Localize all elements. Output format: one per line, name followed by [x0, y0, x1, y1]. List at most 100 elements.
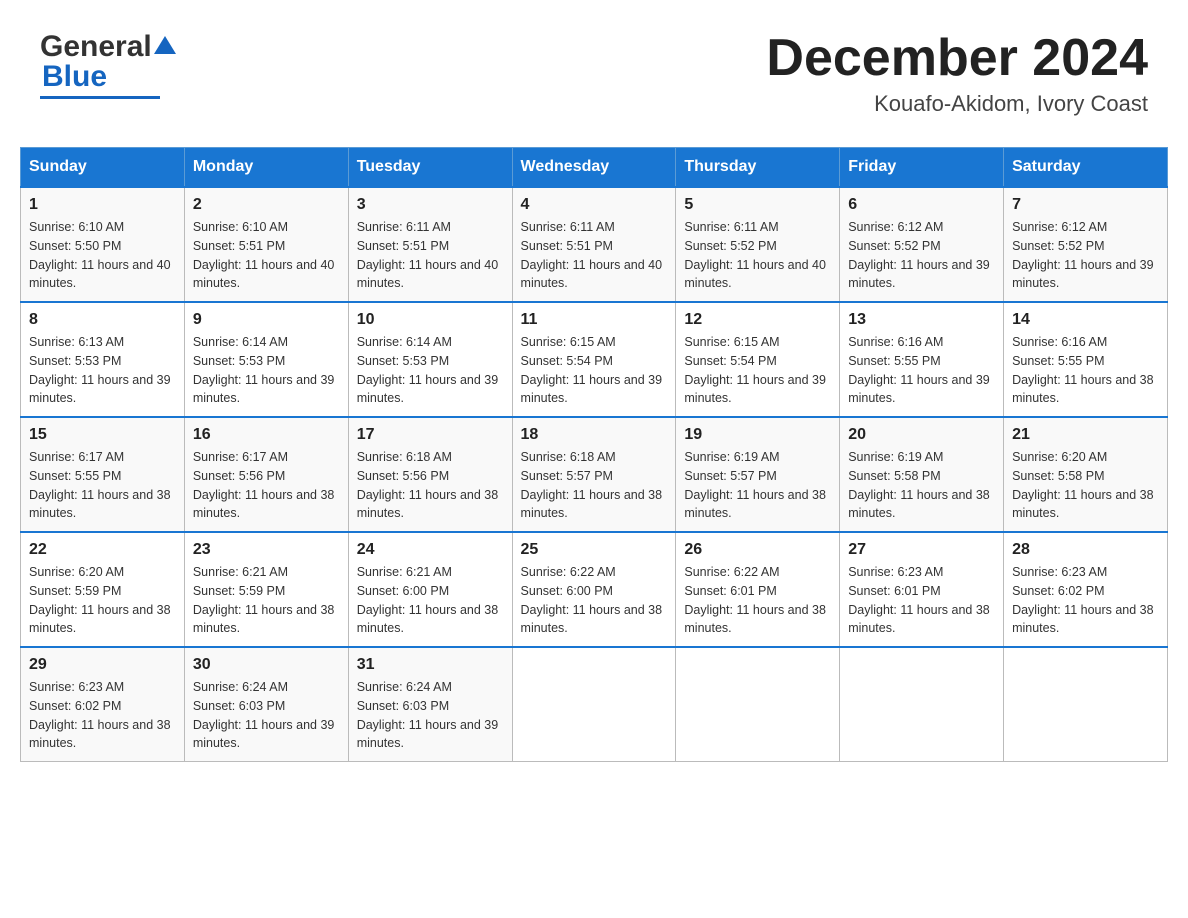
day-number: 4: [521, 196, 668, 214]
day-number: 3: [357, 196, 504, 214]
day-info: Sunrise: 6:14 AM Sunset: 5:53 PM Dayligh…: [357, 333, 504, 408]
day-cell-21: 21 Sunrise: 6:20 AM Sunset: 5:58 PM Dayl…: [1004, 417, 1168, 532]
day-number: 24: [357, 541, 504, 559]
day-cell-11: 11 Sunrise: 6:15 AM Sunset: 5:54 PM Dayl…: [512, 302, 676, 417]
day-cell-1: 1 Sunrise: 6:10 AM Sunset: 5:50 PM Dayli…: [21, 187, 185, 302]
day-number: 25: [521, 541, 668, 559]
day-info: Sunrise: 6:19 AM Sunset: 5:58 PM Dayligh…: [848, 448, 995, 523]
day-number: 2: [193, 196, 340, 214]
day-cell-19: 19 Sunrise: 6:19 AM Sunset: 5:57 PM Dayl…: [676, 417, 840, 532]
day-cell-14: 14 Sunrise: 6:16 AM Sunset: 5:55 PM Dayl…: [1004, 302, 1168, 417]
day-info: Sunrise: 6:20 AM Sunset: 5:58 PM Dayligh…: [1012, 448, 1159, 523]
day-number: 22: [29, 541, 176, 559]
day-cell-24: 24 Sunrise: 6:21 AM Sunset: 6:00 PM Dayl…: [348, 532, 512, 647]
day-cell-8: 8 Sunrise: 6:13 AM Sunset: 5:53 PM Dayli…: [21, 302, 185, 417]
day-cell-6: 6 Sunrise: 6:12 AM Sunset: 5:52 PM Dayli…: [840, 187, 1004, 302]
day-number: 9: [193, 311, 340, 329]
col-saturday: Saturday: [1004, 148, 1168, 188]
day-info: Sunrise: 6:19 AM Sunset: 5:57 PM Dayligh…: [684, 448, 831, 523]
logo-text-black: General: [40, 30, 152, 64]
week-row-1: 1 Sunrise: 6:10 AM Sunset: 5:50 PM Dayli…: [21, 187, 1168, 302]
col-sunday: Sunday: [21, 148, 185, 188]
day-info: Sunrise: 6:16 AM Sunset: 5:55 PM Dayligh…: [1012, 333, 1159, 408]
day-number: 15: [29, 426, 176, 444]
day-info: Sunrise: 6:11 AM Sunset: 5:52 PM Dayligh…: [684, 218, 831, 293]
logo: General Blue: [40, 30, 178, 99]
day-info: Sunrise: 6:12 AM Sunset: 5:52 PM Dayligh…: [1012, 218, 1159, 293]
day-number: 1: [29, 196, 176, 214]
day-number: 20: [848, 426, 995, 444]
day-info: Sunrise: 6:22 AM Sunset: 6:00 PM Dayligh…: [521, 563, 668, 638]
day-cell-23: 23 Sunrise: 6:21 AM Sunset: 5:59 PM Dayl…: [184, 532, 348, 647]
day-info: Sunrise: 6:10 AM Sunset: 5:50 PM Dayligh…: [29, 218, 176, 293]
day-cell-16: 16 Sunrise: 6:17 AM Sunset: 5:56 PM Dayl…: [184, 417, 348, 532]
day-info: Sunrise: 6:17 AM Sunset: 5:56 PM Dayligh…: [193, 448, 340, 523]
empty-cell-4-4: [676, 647, 840, 762]
day-number: 29: [29, 656, 176, 674]
day-number: 13: [848, 311, 995, 329]
day-cell-12: 12 Sunrise: 6:15 AM Sunset: 5:54 PM Dayl…: [676, 302, 840, 417]
day-cell-18: 18 Sunrise: 6:18 AM Sunset: 5:57 PM Dayl…: [512, 417, 676, 532]
day-info: Sunrise: 6:23 AM Sunset: 6:02 PM Dayligh…: [29, 678, 176, 753]
title-block: December 2024 Kouafo-Akidom, Ivory Coast: [766, 30, 1148, 117]
day-cell-4: 4 Sunrise: 6:11 AM Sunset: 5:51 PM Dayli…: [512, 187, 676, 302]
day-number: 18: [521, 426, 668, 444]
col-tuesday: Tuesday: [348, 148, 512, 188]
day-cell-31: 31 Sunrise: 6:24 AM Sunset: 6:03 PM Dayl…: [348, 647, 512, 762]
day-cell-28: 28 Sunrise: 6:23 AM Sunset: 6:02 PM Dayl…: [1004, 532, 1168, 647]
day-cell-30: 30 Sunrise: 6:24 AM Sunset: 6:03 PM Dayl…: [184, 647, 348, 762]
logo-text-blue: Blue: [42, 60, 107, 94]
day-info: Sunrise: 6:15 AM Sunset: 5:54 PM Dayligh…: [684, 333, 831, 408]
day-info: Sunrise: 6:23 AM Sunset: 6:02 PM Dayligh…: [1012, 563, 1159, 638]
day-info: Sunrise: 6:22 AM Sunset: 6:01 PM Dayligh…: [684, 563, 831, 638]
day-cell-22: 22 Sunrise: 6:20 AM Sunset: 5:59 PM Dayl…: [21, 532, 185, 647]
day-info: Sunrise: 6:12 AM Sunset: 5:52 PM Dayligh…: [848, 218, 995, 293]
day-cell-10: 10 Sunrise: 6:14 AM Sunset: 5:53 PM Dayl…: [348, 302, 512, 417]
empty-cell-4-6: [1004, 647, 1168, 762]
day-number: 11: [521, 311, 668, 329]
day-info: Sunrise: 6:17 AM Sunset: 5:55 PM Dayligh…: [29, 448, 176, 523]
day-number: 14: [1012, 311, 1159, 329]
day-info: Sunrise: 6:11 AM Sunset: 5:51 PM Dayligh…: [521, 218, 668, 293]
day-cell-17: 17 Sunrise: 6:18 AM Sunset: 5:56 PM Dayl…: [348, 417, 512, 532]
location: Kouafo-Akidom, Ivory Coast: [766, 91, 1148, 117]
day-number: 5: [684, 196, 831, 214]
day-info: Sunrise: 6:11 AM Sunset: 5:51 PM Dayligh…: [357, 218, 504, 293]
day-info: Sunrise: 6:14 AM Sunset: 5:53 PM Dayligh…: [193, 333, 340, 408]
month-title: December 2024: [766, 30, 1148, 87]
day-info: Sunrise: 6:16 AM Sunset: 5:55 PM Dayligh…: [848, 333, 995, 408]
day-number: 19: [684, 426, 831, 444]
col-friday: Friday: [840, 148, 1004, 188]
day-number: 8: [29, 311, 176, 329]
day-number: 17: [357, 426, 504, 444]
day-number: 10: [357, 311, 504, 329]
day-info: Sunrise: 6:24 AM Sunset: 6:03 PM Dayligh…: [357, 678, 504, 753]
day-number: 21: [1012, 426, 1159, 444]
week-row-4: 22 Sunrise: 6:20 AM Sunset: 5:59 PM Dayl…: [21, 532, 1168, 647]
calendar-table: Sunday Monday Tuesday Wednesday Thursday…: [20, 147, 1168, 762]
day-number: 23: [193, 541, 340, 559]
week-row-2: 8 Sunrise: 6:13 AM Sunset: 5:53 PM Dayli…: [21, 302, 1168, 417]
day-number: 12: [684, 311, 831, 329]
day-info: Sunrise: 6:20 AM Sunset: 5:59 PM Dayligh…: [29, 563, 176, 638]
day-cell-5: 5 Sunrise: 6:11 AM Sunset: 5:52 PM Dayli…: [676, 187, 840, 302]
day-number: 26: [684, 541, 831, 559]
empty-cell-4-3: [512, 647, 676, 762]
day-cell-9: 9 Sunrise: 6:14 AM Sunset: 5:53 PM Dayli…: [184, 302, 348, 417]
day-cell-29: 29 Sunrise: 6:23 AM Sunset: 6:02 PM Dayl…: [21, 647, 185, 762]
calendar-header-row: Sunday Monday Tuesday Wednesday Thursday…: [21, 148, 1168, 188]
day-cell-26: 26 Sunrise: 6:22 AM Sunset: 6:01 PM Dayl…: [676, 532, 840, 647]
day-number: 7: [1012, 196, 1159, 214]
day-cell-27: 27 Sunrise: 6:23 AM Sunset: 6:01 PM Dayl…: [840, 532, 1004, 647]
day-cell-13: 13 Sunrise: 6:16 AM Sunset: 5:55 PM Dayl…: [840, 302, 1004, 417]
page-header: General Blue December 2024 Kouafo-Akidom…: [20, 20, 1168, 127]
day-info: Sunrise: 6:10 AM Sunset: 5:51 PM Dayligh…: [193, 218, 340, 293]
day-cell-2: 2 Sunrise: 6:10 AM Sunset: 5:51 PM Dayli…: [184, 187, 348, 302]
empty-cell-4-5: [840, 647, 1004, 762]
day-number: 16: [193, 426, 340, 444]
logo-triangle-icon: [154, 34, 176, 56]
day-info: Sunrise: 6:24 AM Sunset: 6:03 PM Dayligh…: [193, 678, 340, 753]
day-info: Sunrise: 6:15 AM Sunset: 5:54 PM Dayligh…: [521, 333, 668, 408]
day-info: Sunrise: 6:21 AM Sunset: 6:00 PM Dayligh…: [357, 563, 504, 638]
day-info: Sunrise: 6:18 AM Sunset: 5:56 PM Dayligh…: [357, 448, 504, 523]
